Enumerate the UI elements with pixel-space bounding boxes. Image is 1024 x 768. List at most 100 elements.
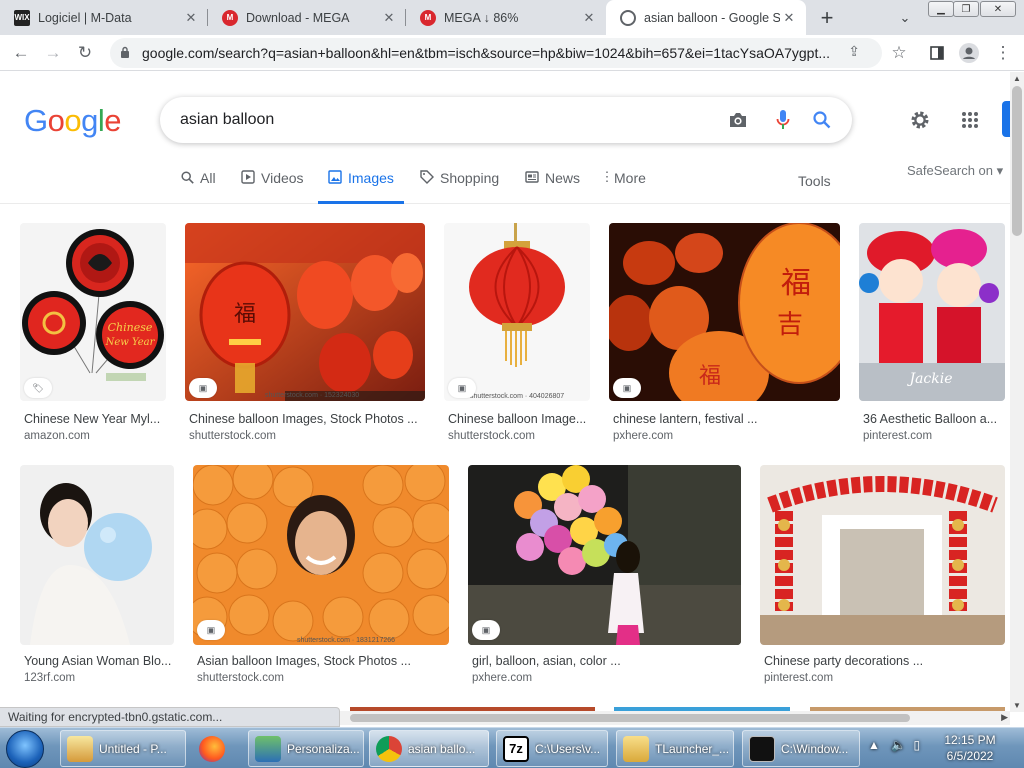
result-thumbnail[interactable]: Chinese New Year — [20, 223, 166, 401]
vertical-scrollbar[interactable]: ▲ ▼ — [1010, 72, 1024, 712]
apps-grid-icon[interactable] — [956, 106, 984, 134]
taskbar-item-cmd[interactable]: C:\Window... — [742, 730, 860, 767]
scrollbar-thumb[interactable] — [350, 714, 910, 722]
tab-strip: WIX Logiciel | M-Data ✕ M Download - MEG… — [0, 0, 1024, 35]
nav-images[interactable]: Images — [318, 170, 404, 204]
address-bar[interactable]: google.com/search?q=asian+balloon&hl=en&… — [110, 38, 882, 68]
nav-news[interactable]: News — [525, 170, 580, 204]
close-tab-icon[interactable]: ✕ — [380, 9, 398, 27]
result-caption[interactable]: girl, balloon, asian, color ... — [472, 654, 621, 668]
result-thumbnail[interactable]: 福 吉 福 — [609, 223, 840, 401]
tab-google-search[interactable]: asian balloon - Google Se ✕ — [606, 0, 806, 35]
search-input[interactable] — [180, 108, 700, 132]
result-source[interactable]: pxhere.com — [613, 430, 673, 442]
nav-more[interactable]: ⋮ More — [600, 169, 646, 204]
tools-button[interactable]: Tools — [798, 173, 831, 189]
result-caption[interactable]: chinese lantern, festival ... — [613, 412, 758, 426]
result-thumbnail[interactable]: shutterstock.com · 404026807 — [444, 223, 590, 401]
result-thumbnail[interactable] — [20, 465, 174, 645]
close-tab-icon[interactable]: ✕ — [182, 9, 200, 27]
forward-arrow-icon[interactable]: → — [40, 40, 66, 66]
result-card[interactable]: Jackie 36 Aesthetic Balloon a... pintere… — [859, 223, 1005, 448]
scrollbar-thumb[interactable] — [1012, 86, 1022, 236]
result-source[interactable]: shutterstock.com — [448, 430, 535, 442]
camera-icon[interactable] — [724, 106, 752, 134]
result-thumbnail[interactable]: Jackie — [859, 223, 1005, 401]
result-caption[interactable]: Chinese balloon Image... — [448, 412, 586, 426]
wix-favicon-icon: WIX — [14, 9, 30, 26]
nav-videos[interactable]: Videos — [241, 170, 304, 204]
result-card[interactable]: Young Asian Woman Blo... 123rf.com — [20, 465, 174, 695]
result-source[interactable]: 123rf.com — [24, 672, 75, 684]
result-card[interactable]: 福 shutterstock.com · 152324030 ▣ Chinese… — [185, 223, 425, 448]
tab-mdata[interactable]: WIX Logiciel | M-Data ✕ — [0, 0, 208, 35]
maximize-window-button[interactable]: ❐ — [953, 1, 979, 17]
taskbar-item-folder[interactable]: TLauncher_... — [616, 730, 734, 767]
result-caption[interactable]: Asian balloon Images, Stock Photos ... — [197, 654, 411, 668]
result-card[interactable]: Chinese New Year 🏷 Chinese New Year Myl.… — [20, 223, 166, 448]
search-icon[interactable] — [808, 106, 836, 134]
sign-in-button[interactable] — [1002, 101, 1010, 137]
result-thumbnail[interactable] — [760, 465, 1005, 645]
result-caption[interactable]: Chinese balloon Images, Stock Photos ... — [189, 412, 418, 426]
system-clock[interactable]: 12:15 PM 6/5/2022 — [938, 732, 1002, 764]
horizontal-scrollbar[interactable]: ▶ — [340, 711, 1010, 725]
profile-avatar-icon[interactable] — [956, 40, 982, 66]
result-thumbnail[interactable]: shutterstock.com · 1831217266 — [193, 465, 449, 645]
result-source[interactable]: shutterstock.com — [189, 430, 276, 442]
scroll-down-arrow-icon[interactable]: ▼ — [1013, 701, 1021, 710]
result-caption[interactable]: Young Asian Woman Blo... — [24, 654, 171, 668]
result-source[interactable]: pinterest.com — [764, 672, 833, 684]
bookmark-star-icon[interactable]: ☆ — [886, 40, 912, 66]
close-tab-icon[interactable]: ✕ — [780, 9, 798, 27]
result-caption[interactable]: Chinese party decorations ... — [764, 654, 923, 668]
taskbar-label: C:\Users\v... — [535, 741, 601, 756]
google-logo[interactable]: Google — [24, 103, 122, 139]
result-card[interactable]: ▣ girl, balloon, asian, color ... pxhere… — [468, 465, 741, 695]
nav-all[interactable]: All — [180, 170, 216, 204]
taskbar-item-personalization[interactable]: Personaliza... — [248, 730, 364, 767]
result-caption[interactable]: 36 Aesthetic Balloon a... — [863, 412, 997, 426]
scroll-right-arrow-icon[interactable]: ▶ — [1001, 712, 1008, 723]
status-bubble: Waiting for encrypted-tbn0.gstatic.com..… — [0, 707, 340, 727]
close-window-button[interactable]: ✕ — [980, 1, 1016, 17]
reload-icon[interactable]: ↻ — [72, 40, 98, 66]
more-vertical-icon: ⋮ — [600, 169, 614, 184]
result-card[interactable]: shutterstock.com · 404026807 ▣ Chinese b… — [444, 223, 590, 448]
result-thumbnail[interactable] — [468, 465, 741, 645]
chrome-menu-icon[interactable]: ⋮ — [990, 40, 1016, 66]
microphone-icon[interactable] — [769, 106, 797, 134]
result-card[interactable]: shutterstock.com · 1831217266 ▣ Asian ba… — [193, 465, 449, 695]
result-source[interactable]: shutterstock.com — [197, 672, 284, 684]
minimize-window-button[interactable]: ▁ — [928, 1, 954, 17]
safesearch-dropdown[interactable]: SafeSearch on ▾ — [907, 163, 1003, 179]
nav-shopping[interactable]: Shopping — [420, 170, 499, 204]
result-source[interactable]: amazon.com — [24, 430, 90, 442]
share-icon[interactable]: ⇪ — [848, 43, 860, 60]
start-button[interactable] — [6, 730, 44, 768]
show-hidden-icons-icon[interactable]: ▲ — [868, 738, 880, 752]
result-card[interactable]: 福 吉 福 ▣ chinese lantern, festival ... px… — [609, 223, 840, 448]
result-card[interactable]: Chinese party decorations ... pinterest.… — [760, 465, 1005, 695]
network-icon[interactable]: ▯ — [914, 738, 921, 752]
taskbar-item-firefox[interactable] — [192, 730, 234, 767]
image-icon: ▣ — [189, 378, 217, 398]
side-panel-icon[interactable] — [924, 40, 950, 66]
result-caption[interactable]: Chinese New Year Myl... — [24, 412, 160, 426]
speaker-icon[interactable]: 🔈 — [891, 738, 906, 752]
result-source[interactable]: pxhere.com — [472, 672, 532, 684]
tab-mega-progress[interactable]: M MEGA ↓ 86% ✕ — [406, 0, 606, 35]
taskbar-item-7zip[interactable]: 7z C:\Users\v... — [496, 730, 608, 767]
settings-gear-icon[interactable] — [906, 106, 934, 134]
close-tab-icon[interactable]: ✕ — [580, 9, 598, 27]
back-arrow-icon[interactable]: ← — [8, 40, 34, 66]
result-thumbnail[interactable]: 福 shutterstock.com · 152324030 — [185, 223, 425, 401]
new-tab-button[interactable]: + — [814, 5, 840, 31]
system-tray[interactable]: ▲ 🔈 ▯ — [868, 738, 920, 752]
tab-mega-download[interactable]: M Download - MEGA ✕ — [208, 0, 406, 35]
scroll-up-arrow-icon[interactable]: ▲ — [1013, 74, 1021, 83]
tab-search-chevron-icon[interactable]: ⌄ — [894, 7, 916, 29]
result-source[interactable]: pinterest.com — [863, 430, 932, 442]
taskbar-item-paint[interactable]: Untitled - P... — [60, 730, 186, 767]
taskbar-item-chrome[interactable]: asian ballo... — [369, 730, 489, 767]
